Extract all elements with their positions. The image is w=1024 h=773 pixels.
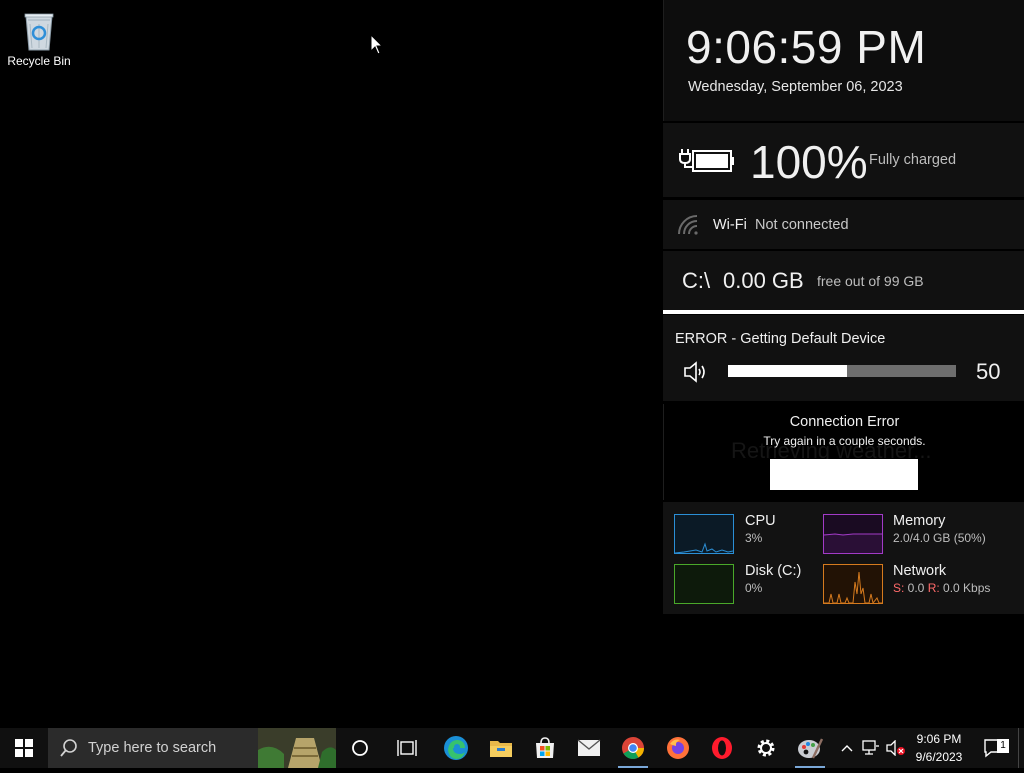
network-graph[interactable] bbox=[823, 564, 883, 605]
weather-retry-button[interactable] bbox=[770, 459, 918, 490]
network-value: S: 0.0 R: 0.0 Kbps bbox=[893, 581, 990, 595]
weather-error-title: Connection Error bbox=[789, 414, 900, 430]
edge-icon[interactable] bbox=[436, 728, 476, 768]
tray-time[interactable]: 9:06 PM bbox=[908, 732, 970, 746]
disk-total-label: free out of 99 GB bbox=[817, 273, 924, 289]
battery-percent: 100% bbox=[750, 136, 868, 188]
tray-date[interactable]: 9/6/2023 bbox=[908, 750, 970, 764]
volume-widget: ERROR - Getting Default Device 50 bbox=[663, 315, 1024, 401]
search-icon bbox=[60, 739, 78, 762]
firefox-icon[interactable] bbox=[658, 728, 698, 768]
mouse-cursor-icon bbox=[370, 33, 384, 61]
network-receive-label: R: bbox=[927, 581, 940, 595]
disk-graph[interactable] bbox=[674, 564, 734, 604]
show-desktop-button[interactable] bbox=[1018, 728, 1024, 768]
battery-charging-icon bbox=[679, 145, 737, 180]
paint-icon[interactable] bbox=[790, 728, 830, 768]
wifi-name: Wi-Fi bbox=[713, 217, 747, 233]
wifi-disconnected-icon bbox=[677, 215, 701, 240]
search-box[interactable]: Type here to search bbox=[48, 728, 336, 768]
clock-date: Wednesday, September 06, 2023 bbox=[688, 79, 903, 95]
memory-graph[interactable] bbox=[823, 514, 883, 554]
store-icon[interactable] bbox=[525, 728, 565, 768]
settings-icon[interactable] bbox=[746, 728, 786, 768]
battery-widget: 100% Fully charged bbox=[663, 123, 1024, 197]
network-send-value: 0.0 bbox=[904, 581, 928, 595]
task-view-icon[interactable] bbox=[387, 728, 427, 768]
battery-status: Fully charged bbox=[869, 152, 957, 168]
clock-widget: 9:06:59 PM Wednesday, September 06, 2023 bbox=[663, 0, 1024, 121]
volume-value: 50 bbox=[976, 359, 1001, 384]
system-widget-panel: 9:06:59 PM Wednesday, September 06, 2023… bbox=[663, 0, 1024, 614]
notifications-badge: 1 bbox=[997, 739, 1009, 753]
notifications-icon[interactable]: 1 bbox=[976, 728, 1012, 768]
cpu-label: CPU bbox=[745, 513, 776, 529]
file-explorer-icon[interactable] bbox=[481, 728, 521, 768]
volume-error-text: ERROR - Getting Default Device bbox=[675, 331, 886, 347]
recycle-bin-icon bbox=[19, 8, 59, 52]
network-receive-value: 0.0 Kbps bbox=[939, 581, 991, 595]
weather-error-subtitle: Try again in a couple seconds. bbox=[763, 434, 926, 448]
recycle-bin-label: Recycle Bin bbox=[7, 54, 71, 68]
search-highlight-icon bbox=[258, 728, 336, 773]
divider bbox=[663, 310, 1024, 314]
show-hidden-icons-icon[interactable] bbox=[836, 728, 858, 768]
cortana-icon[interactable] bbox=[340, 728, 380, 768]
chrome-icon[interactable] bbox=[613, 728, 653, 768]
cpu-graph[interactable] bbox=[674, 514, 734, 554]
network-send-label: S: bbox=[893, 581, 905, 595]
network-tray-icon[interactable] bbox=[860, 728, 882, 768]
disk-free-space: 0.00 GB bbox=[723, 268, 804, 293]
recycle-bin[interactable]: Recycle Bin bbox=[6, 8, 72, 68]
memory-label: Memory bbox=[893, 513, 946, 529]
mail-icon[interactable] bbox=[569, 728, 609, 768]
disk-perf-value: 0% bbox=[745, 581, 763, 595]
opera-icon[interactable] bbox=[702, 728, 742, 768]
disk-drive-letter: C:\ bbox=[682, 268, 711, 293]
volume-muted-tray-icon[interactable] bbox=[884, 728, 908, 768]
disk-perf-label: Disk (C:) bbox=[745, 563, 802, 579]
performance-widget: CPU 3% Memory 2.0/4.0 GB (50%) Disk (C:)… bbox=[663, 502, 1024, 614]
cpu-value: 3% bbox=[745, 531, 763, 545]
search-placeholder: Type here to search bbox=[88, 740, 217, 756]
weather-widget: Retrieving weather... Connection Error T… bbox=[663, 404, 1024, 500]
disk-widget: C:\ 0.00 GB free out of 99 GB bbox=[663, 251, 1024, 310]
volume-slider-fill bbox=[728, 365, 847, 377]
start-icon[interactable] bbox=[0, 728, 48, 768]
memory-value: 2.0/4.0 GB (50%) bbox=[893, 531, 986, 545]
wifi-status: Not connected bbox=[755, 217, 849, 233]
volume-slider[interactable] bbox=[728, 365, 956, 377]
wifi-widget: Wi-Fi Not connected bbox=[663, 200, 1024, 249]
taskbar: Type here to search 9:06 PM 9/6/2023 1 bbox=[0, 728, 1024, 768]
clock-time: 9:06:59 PM bbox=[686, 21, 927, 73]
network-label: Network bbox=[893, 563, 947, 579]
speaker-icon[interactable] bbox=[683, 360, 709, 389]
